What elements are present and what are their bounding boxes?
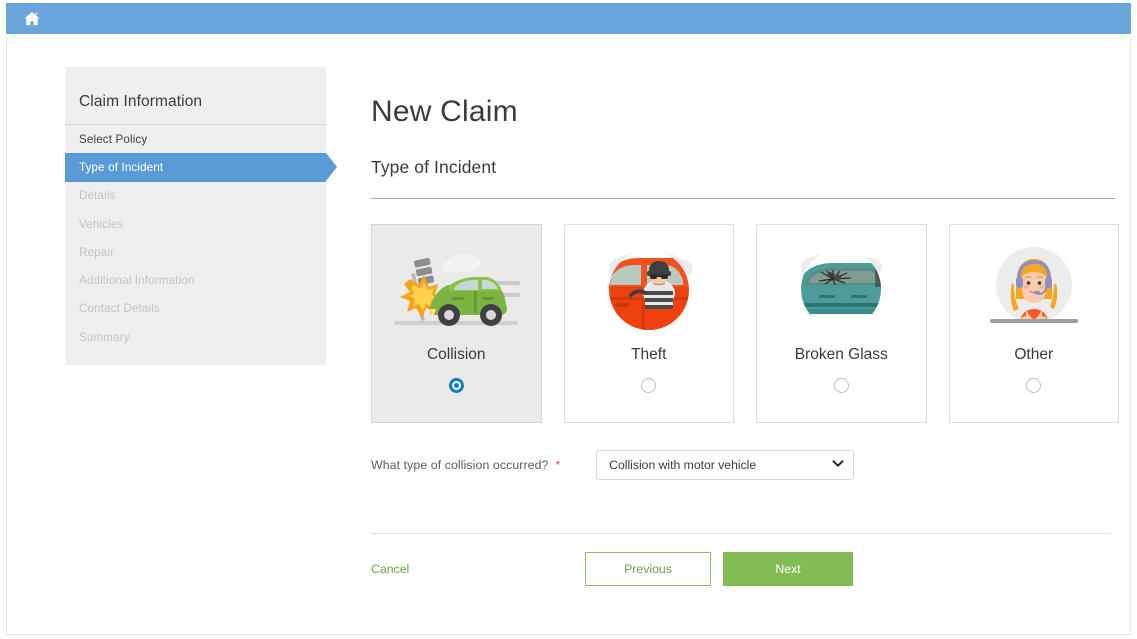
claim-information-sidebar: Claim Information Select Policy Type of I… — [65, 67, 326, 365]
incident-type-card-group: Collision — [371, 224, 1119, 423]
window-top-shell — [0, 0, 1137, 38]
home-icon[interactable] — [23, 10, 41, 28]
theft-car-icon — [579, 241, 719, 339]
application-window: Claim Information Select Policy Type of I… — [0, 0, 1137, 639]
incident-card-radio[interactable] — [449, 378, 464, 393]
sidebar-item-additional-information[interactable]: Additional Information — [65, 266, 326, 294]
sidebar-item-repair[interactable]: Repair — [65, 238, 326, 266]
required-marker: * — [556, 458, 561, 472]
sidebar-item-type-of-incident[interactable]: Type of Incident — [65, 153, 326, 181]
main-content: New Claim Type of Incident — [371, 67, 1119, 586]
incident-card-other[interactable]: Other — [949, 224, 1120, 423]
collision-car-icon — [386, 241, 526, 339]
incident-card-label: Collision — [427, 346, 486, 364]
collision-type-select-wrapper[interactable]: Collision with motor vehicle — [596, 450, 854, 480]
sidebar-title: Claim Information — [65, 67, 326, 124]
collision-type-select[interactable]: Collision with motor vehicle — [596, 450, 854, 480]
incident-card-radio[interactable] — [641, 378, 656, 393]
incident-card-broken-glass[interactable]: Broken Glass — [756, 224, 927, 423]
incident-card-radio[interactable] — [1026, 378, 1041, 393]
sidebar-item-vehicles[interactable]: Vehicles — [65, 210, 326, 238]
incident-card-label: Theft — [631, 346, 666, 364]
incident-card-label: Other — [1014, 346, 1053, 364]
broken-glass-car-icon — [771, 241, 911, 339]
incident-card-collision[interactable]: Collision — [371, 224, 542, 423]
sidebar-item-label: Repair — [79, 246, 114, 259]
incident-card-radio[interactable] — [834, 378, 849, 393]
sidebar-item-select-policy[interactable]: Select Policy — [65, 125, 326, 153]
next-button[interactable]: Next — [723, 552, 853, 586]
sidebar-nav-list: Select Policy Type of Incident Details Vehi… — [65, 125, 326, 351]
sidebar-item-label: Summary — [79, 331, 130, 344]
sidebar-item-contact-details[interactable]: Contact Details — [65, 295, 326, 323]
sidebar-item-label: Details — [79, 189, 116, 202]
cancel-button[interactable]: Cancel — [371, 562, 409, 576]
sidebar-item-label: Additional Information — [79, 274, 194, 287]
section-divider — [371, 198, 1115, 199]
sidebar-item-label: Type of Incident — [79, 161, 163, 174]
page-title: New Claim — [371, 95, 1119, 129]
page-frame: Claim Information Select Policy Type of I… — [6, 38, 1131, 635]
wizard-footer: Cancel Previous Next — [371, 552, 1111, 586]
section-title: Type of Incident — [371, 157, 1119, 178]
sidebar-item-label: Contact Details — [79, 302, 160, 315]
app-header-bar — [6, 3, 1131, 34]
sidebar-item-label: Vehicles — [79, 218, 123, 231]
incident-card-theft[interactable]: Theft — [564, 224, 735, 423]
incident-card-label: Broken Glass — [795, 346, 888, 364]
support-agent-icon — [964, 241, 1104, 339]
sidebar-item-details[interactable]: Details — [65, 182, 326, 210]
sidebar-item-label: Select Policy — [79, 133, 147, 146]
collision-question-row: What type of collision occurred? * Colli… — [371, 450, 1119, 480]
previous-button[interactable]: Previous — [585, 552, 711, 586]
sidebar-item-summary[interactable]: Summary — [65, 323, 326, 351]
footer-divider — [371, 533, 1111, 534]
collision-question-label: What type of collision occurred? — [371, 458, 549, 472]
